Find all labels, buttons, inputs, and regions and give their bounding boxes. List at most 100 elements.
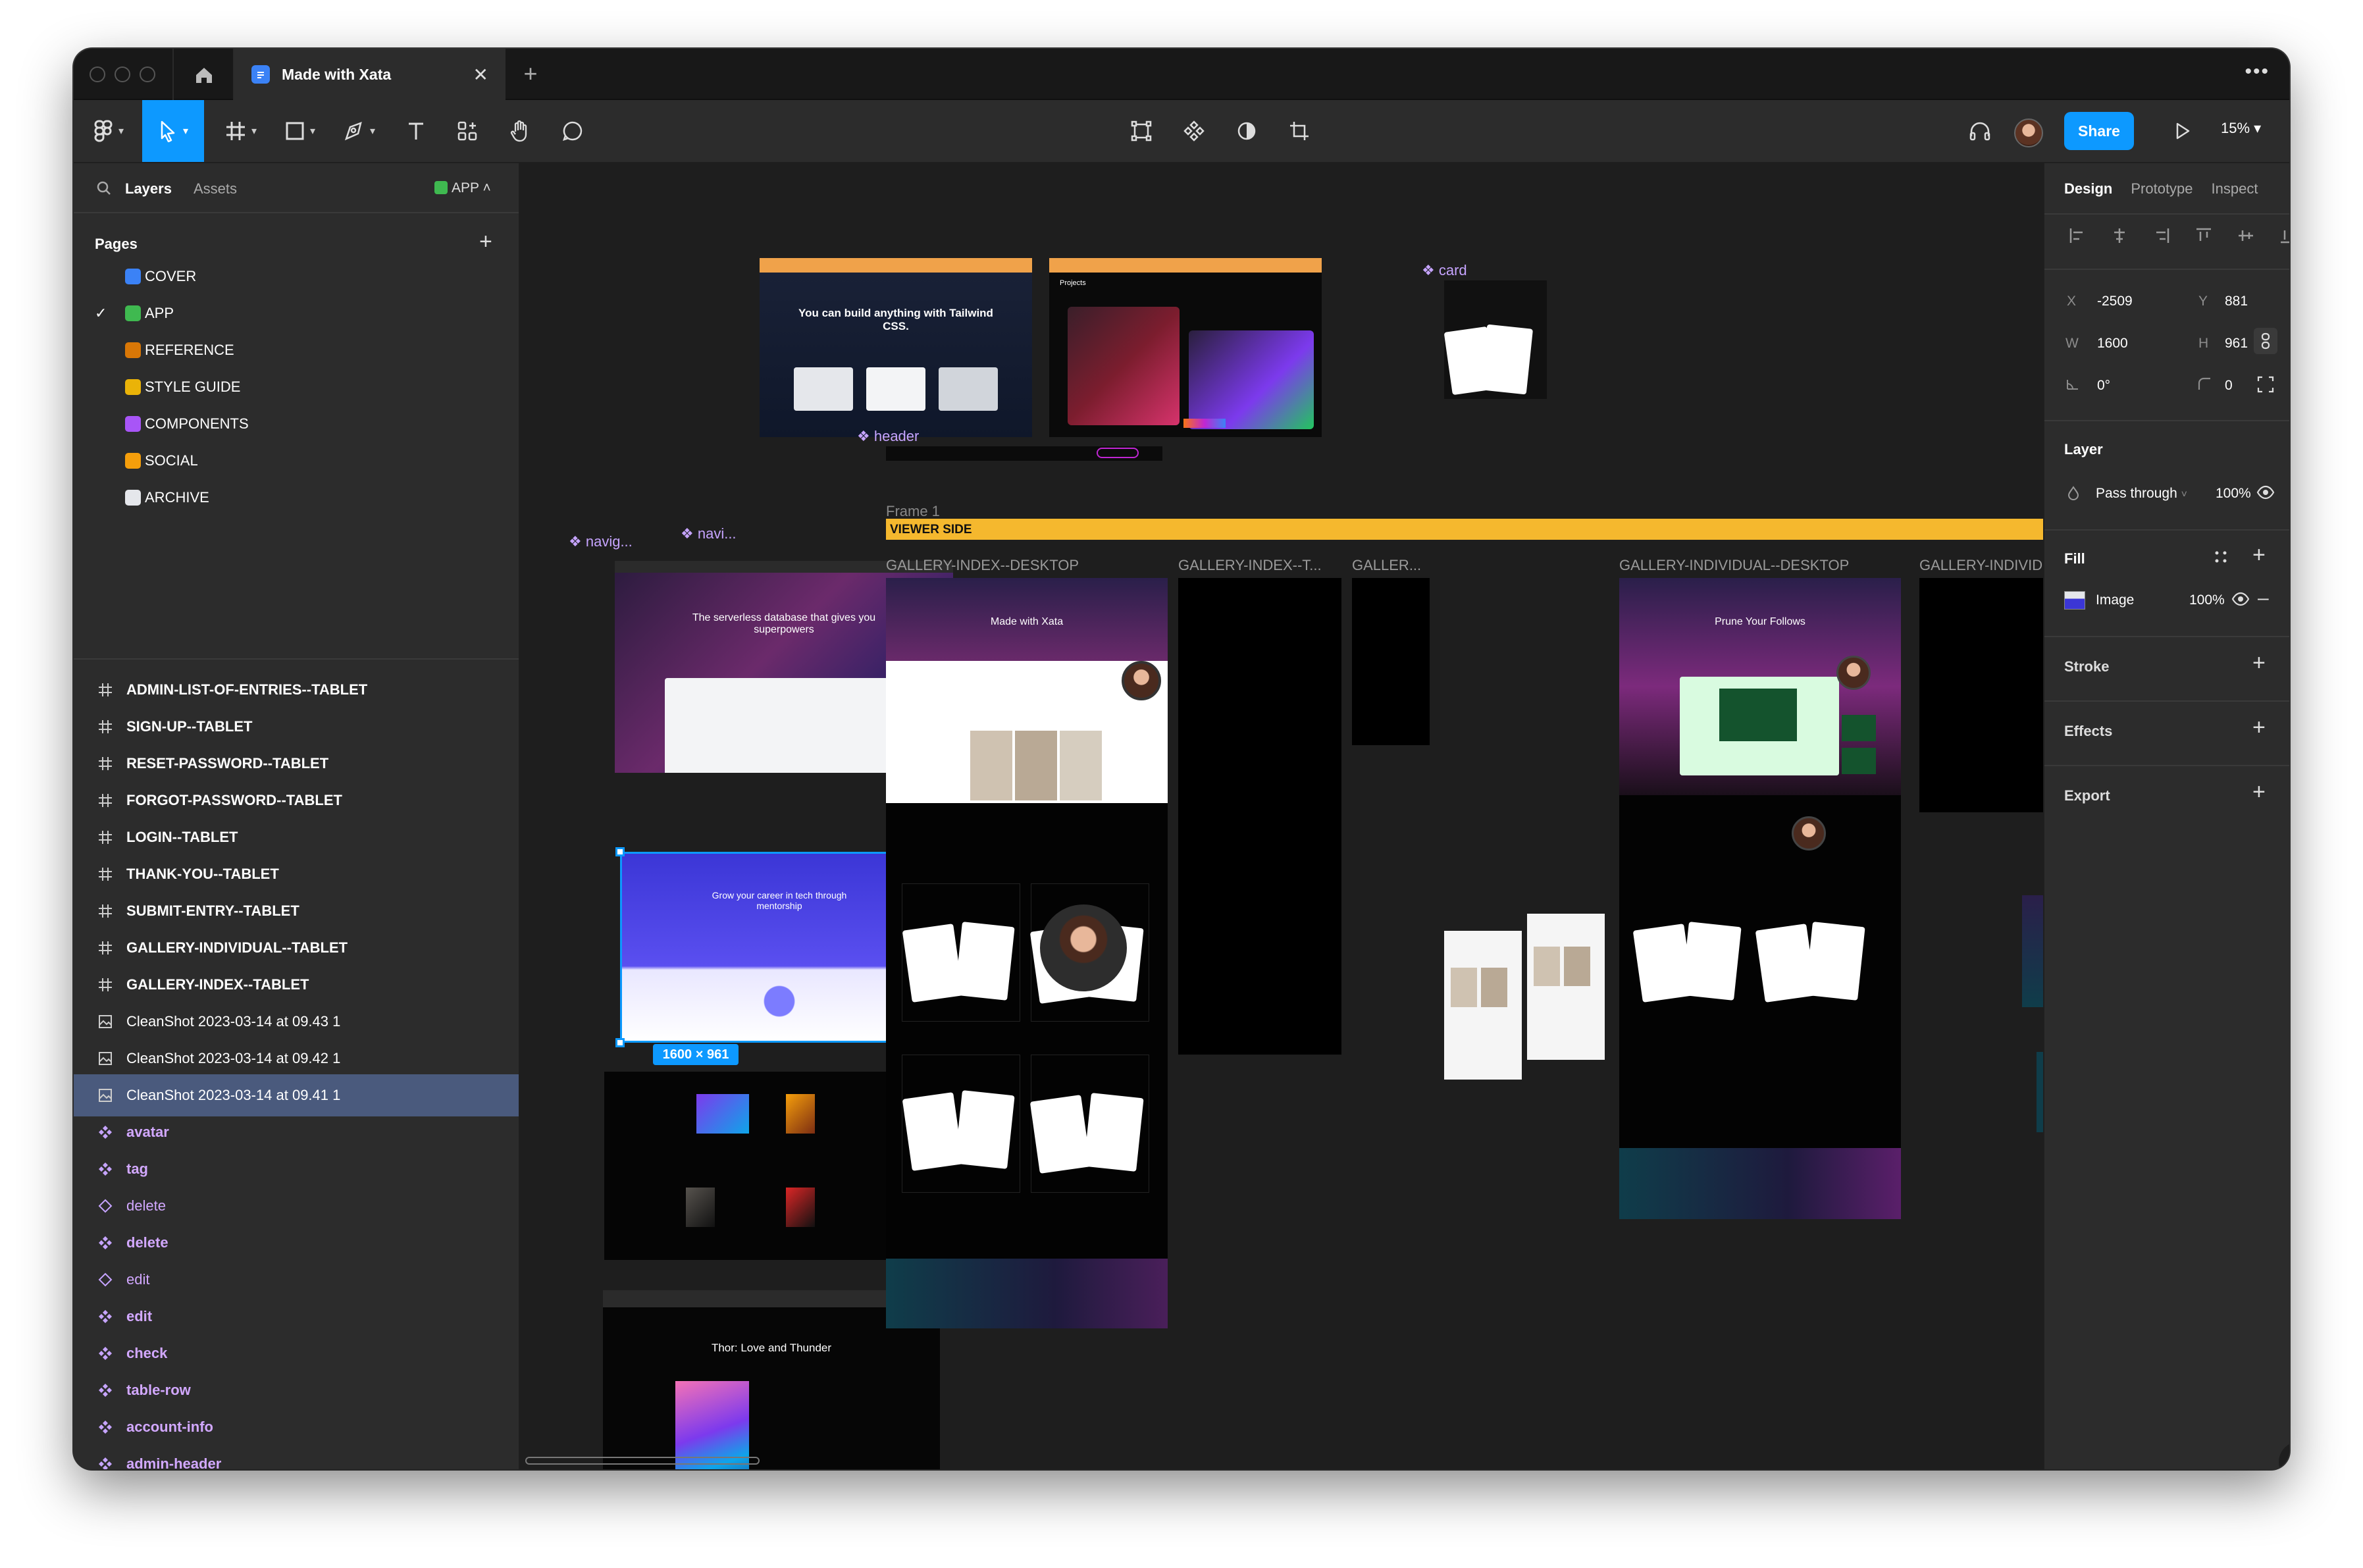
mask-button[interactable] xyxy=(1227,100,1266,162)
close-window-button[interactable] xyxy=(90,66,105,82)
new-tab-button[interactable]: + xyxy=(516,59,545,88)
tab-prototype[interactable]: Prototype xyxy=(2131,180,2193,197)
move-tool-button[interactable]: ▾ xyxy=(142,100,204,162)
y-input[interactable]: 881 xyxy=(2225,294,2248,309)
frame-gallery-individual-tablet[interactable] xyxy=(1919,578,2043,812)
file-tab[interactable]: Made with Xata ✕ xyxy=(234,49,506,100)
maximize-window-button[interactable] xyxy=(140,66,155,82)
text-tool-button[interactable] xyxy=(396,100,436,162)
eye-icon[interactable] xyxy=(2231,591,2250,610)
audio-button[interactable] xyxy=(1960,100,2000,162)
width-input[interactable]: 1600 xyxy=(2097,336,2128,352)
help-button[interactable]: ? xyxy=(2279,1442,2289,1469)
present-button[interactable] xyxy=(2164,100,2201,162)
layer-row[interactable]: ADMIN-LIST-OF-ENTRIES--TABLET xyxy=(74,669,519,711)
fill-opacity-input[interactable]: 100% xyxy=(2189,592,2225,608)
layer-row[interactable]: CleanShot 2023-03-14 at 09.41 1 xyxy=(74,1074,519,1116)
layer-row[interactable]: RESET-PASSWORD--TABLET xyxy=(74,743,519,785)
frame-label-gallery-individual-desktop[interactable]: GALLERY-INDIVIDUAL--DESKTOP xyxy=(1619,557,1849,574)
share-button[interactable]: Share xyxy=(2064,112,2134,150)
frame-tool-button[interactable]: ▾ xyxy=(216,100,266,162)
main-menu-button[interactable]: ▾ xyxy=(86,100,132,162)
fill-styles-icon[interactable] xyxy=(2213,549,2229,568)
layer-row[interactable]: admin-header xyxy=(74,1443,519,1469)
card-component-label[interactable]: ❖ card xyxy=(1422,262,1467,279)
header-component-frame[interactable] xyxy=(886,446,1162,461)
align-horizontal-center-icon[interactable] xyxy=(2108,224,2131,248)
pen-tool-button[interactable]: ▾ xyxy=(334,100,384,162)
image-fill-swatch[interactable] xyxy=(2064,591,2085,610)
tab-assets[interactable]: Assets xyxy=(194,180,237,197)
page-item[interactable]: ARCHIVE xyxy=(74,477,519,519)
layer-row[interactable]: FORGOT-PASSWORD--TABLET xyxy=(74,779,519,822)
layer-row[interactable]: THANK-YOU--TABLET xyxy=(74,853,519,895)
layer-row[interactable]: tag xyxy=(74,1148,519,1190)
close-tab-icon[interactable]: ✕ xyxy=(473,64,488,86)
layer-row[interactable]: check xyxy=(74,1332,519,1374)
navig-component-label[interactable]: ❖ navig... xyxy=(569,533,633,550)
add-fill-button[interactable]: + xyxy=(2252,542,2266,568)
frame-1-label[interactable]: Frame 1 xyxy=(886,503,940,520)
align-top-icon[interactable] xyxy=(2192,224,2216,248)
layer-row[interactable]: GALLERY-INDIVIDUAL--TABLET xyxy=(74,927,519,969)
add-export-button[interactable]: + xyxy=(2252,779,2266,805)
horizontal-scrollbar[interactable] xyxy=(525,1457,760,1465)
page-item[interactable]: SOCIAL xyxy=(74,440,519,482)
layer-row[interactable]: avatar xyxy=(74,1111,519,1153)
card-component-frame[interactable] xyxy=(1444,280,1547,399)
page-item[interactable]: REFERENCE xyxy=(74,329,519,371)
height-input[interactable]: 961 xyxy=(2225,336,2248,352)
layer-row[interactable]: delete xyxy=(74,1185,519,1227)
header-component-label[interactable]: ❖ header xyxy=(857,428,919,445)
more-options-icon[interactable]: ••• xyxy=(2245,61,2270,83)
screenshot-tailwind[interactable]: You can build anything with Tailwind CSS… xyxy=(760,258,1032,437)
home-icon[interactable] xyxy=(191,62,217,88)
layer-row[interactable]: account-info xyxy=(74,1406,519,1448)
frame-offscreen-2[interactable] xyxy=(2037,1052,2043,1132)
resize-handle[interactable] xyxy=(615,1038,625,1047)
shape-tool-button[interactable]: ▾ xyxy=(275,100,325,162)
align-left-icon[interactable] xyxy=(2065,224,2089,248)
viewer-side-banner[interactable]: VIEWER SIDE xyxy=(886,519,2043,540)
frame-gallery-individual-desktop[interactable]: Prune Your Follows xyxy=(1619,578,1901,1219)
screenshot-mobile-page-1[interactable] xyxy=(1444,931,1522,1080)
minimize-window-button[interactable] xyxy=(115,66,130,82)
frame-gallery-index-tablet[interactable] xyxy=(1178,578,1341,1055)
align-vertical-center-icon[interactable] xyxy=(2234,224,2258,248)
search-icon[interactable] xyxy=(96,180,112,199)
tab-layers[interactable]: Layers xyxy=(125,180,172,197)
tab-design[interactable]: Design xyxy=(2064,180,2112,197)
tab-inspect[interactable]: Inspect xyxy=(2212,180,2258,197)
add-stroke-button[interactable]: + xyxy=(2252,650,2266,676)
page-item[interactable]: STYLE GUIDE xyxy=(74,366,519,408)
component-set-button[interactable] xyxy=(1122,100,1161,162)
independent-corners-icon[interactable] xyxy=(2256,375,2275,397)
layer-row[interactable]: GALLERY-INDEX--TABLET xyxy=(74,964,519,1006)
resize-handle[interactable] xyxy=(615,847,625,856)
constrain-proportions-icon[interactable] xyxy=(2254,328,2277,354)
frame-label-galler[interactable]: GALLER... xyxy=(1352,557,1421,574)
rotation-input[interactable]: 0° xyxy=(2097,378,2110,394)
page-selector[interactable]: APP ˄ xyxy=(434,180,491,196)
add-effect-button[interactable]: + xyxy=(2252,715,2266,741)
crop-button[interactable] xyxy=(1280,100,1319,162)
create-component-button[interactable] xyxy=(1174,100,1214,162)
page-item[interactable]: COMPONENTS xyxy=(74,403,519,445)
page-item[interactable]: COVER xyxy=(74,255,519,298)
frame-label-gallery-individual-tablet[interactable]: GALLERY-INDIVID xyxy=(1919,557,2042,574)
layer-opacity-input[interactable]: 100% xyxy=(2216,486,2251,502)
layer-row[interactable]: delete xyxy=(74,1222,519,1264)
resources-tool-button[interactable] xyxy=(448,100,487,162)
frame-label-gallery-index-desktop[interactable]: GALLERY-INDEX--DESKTOP xyxy=(886,557,1079,574)
page-item[interactable]: ✓ APP xyxy=(74,292,519,334)
screenshot-projects[interactable]: Projects xyxy=(1049,258,1322,437)
canvas[interactable]: You can build anything with Tailwind CSS… xyxy=(520,163,2043,1469)
blend-mode-dropdown[interactable]: Pass through ˅ xyxy=(2096,486,2187,502)
frame-label-gallery-index-tablet[interactable]: GALLERY-INDEX--T... xyxy=(1178,557,1322,574)
eye-icon[interactable] xyxy=(2256,484,2275,504)
x-input[interactable]: -2509 xyxy=(2097,294,2133,309)
layer-row[interactable]: CleanShot 2023-03-14 at 09.43 1 xyxy=(74,1001,519,1043)
hand-tool-button[interactable] xyxy=(500,100,540,162)
screenshot-mobile-page-2[interactable] xyxy=(1527,914,1605,1060)
frame-galler[interactable] xyxy=(1352,578,1430,745)
